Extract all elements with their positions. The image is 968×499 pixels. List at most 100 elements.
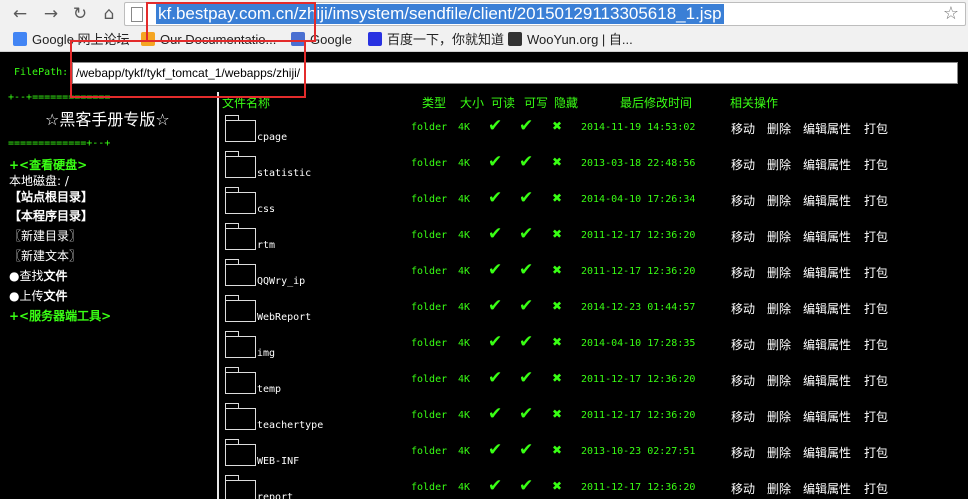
writable-check-icon: ✔: [519, 368, 534, 388]
move-link[interactable]: 移动: [731, 444, 755, 461]
forward-arrow-icon[interactable]: →: [41, 4, 61, 24]
edit-attributes-link[interactable]: 编辑属性: [803, 336, 851, 353]
file-name[interactable]: report: [257, 492, 293, 499]
move-link[interactable]: 移动: [731, 156, 755, 173]
pack-link[interactable]: 打包: [864, 408, 888, 425]
pack-link[interactable]: 打包: [864, 192, 888, 209]
file-modified: 2011-12-17 12:36:20: [581, 482, 696, 493]
upload-file-link[interactable]: ●上传文件: [9, 287, 68, 304]
folder-icon[interactable]: [225, 475, 256, 499]
edit-attributes-link[interactable]: 编辑属性: [803, 120, 851, 137]
delete-link[interactable]: 删除: [767, 120, 791, 137]
bookmark-baidu[interactable]: 百度一下，你就知道: [368, 31, 504, 49]
new-dir-link[interactable]: 〖新建目录〗: [9, 227, 81, 244]
edit-attributes-link[interactable]: 编辑属性: [803, 444, 851, 461]
site-root-link[interactable]: 【站点根目录】: [9, 188, 93, 205]
pack-link[interactable]: 打包: [864, 336, 888, 353]
folder-icon[interactable]: [225, 367, 256, 394]
file-type: folder: [411, 122, 448, 133]
bookmark-google-groups[interactable]: Google 网上论坛: [13, 31, 130, 49]
folder-icon[interactable]: [225, 295, 256, 322]
pack-link[interactable]: 打包: [864, 300, 888, 317]
edit-attributes-link[interactable]: 编辑属性: [803, 264, 851, 281]
move-link[interactable]: 移动: [731, 192, 755, 209]
readable-check-icon: ✔: [488, 224, 503, 244]
reload-icon[interactable]: ↻: [70, 4, 90, 24]
pack-link[interactable]: 打包: [864, 228, 888, 245]
bookmark-google[interactable]: Google: [291, 31, 352, 49]
delete-link[interactable]: 删除: [767, 480, 791, 497]
delete-link[interactable]: 删除: [767, 372, 791, 389]
bookmark-wooyun[interactable]: WooYun.org | 自...: [508, 31, 633, 49]
file-name[interactable]: QQWry_ip: [257, 276, 305, 287]
url-text[interactable]: kf.bestpay.com.cn/zhiji/imsystem/sendfil…: [156, 4, 724, 24]
pack-link[interactable]: 打包: [864, 480, 888, 497]
server-tools-link[interactable]: +<服务器端工具>: [9, 307, 111, 324]
file-name[interactable]: rtm: [257, 240, 275, 251]
find-file-link[interactable]: ●查找文件: [9, 267, 68, 284]
folder-icon[interactable]: [225, 115, 256, 142]
folder-icon[interactable]: [225, 187, 256, 214]
folder-icon[interactable]: [225, 439, 256, 466]
edit-attributes-link[interactable]: 编辑属性: [803, 228, 851, 245]
file-modified: 2013-03-18 22:48:56: [581, 158, 696, 169]
file-name[interactable]: statistic: [257, 168, 311, 179]
edit-attributes-link[interactable]: 编辑属性: [803, 300, 851, 317]
program-dir-link[interactable]: 【本程序目录】: [9, 207, 93, 224]
edit-attributes-link[interactable]: 编辑属性: [803, 408, 851, 425]
delete-link[interactable]: 删除: [767, 444, 791, 461]
header-type: 类型: [422, 96, 447, 110]
writable-check-icon: ✔: [519, 188, 534, 208]
file-name[interactable]: temp: [257, 384, 281, 395]
pack-link[interactable]: 打包: [864, 444, 888, 461]
delete-link[interactable]: 删除: [767, 228, 791, 245]
folder-icon[interactable]: [225, 403, 256, 430]
back-arrow-icon[interactable]: ←: [10, 4, 30, 24]
file-name[interactable]: css: [257, 204, 275, 215]
move-link[interactable]: 移动: [731, 408, 755, 425]
edit-attributes-link[interactable]: 编辑属性: [803, 480, 851, 497]
delete-link[interactable]: 删除: [767, 336, 791, 353]
delete-link[interactable]: 删除: [767, 300, 791, 317]
move-link[interactable]: 移动: [731, 300, 755, 317]
move-link[interactable]: 移动: [731, 264, 755, 281]
writable-check-icon: ✔: [519, 476, 534, 496]
bookmark-star-icon[interactable]: ☆: [943, 4, 959, 24]
pack-link[interactable]: 打包: [864, 264, 888, 281]
move-link[interactable]: 移动: [731, 228, 755, 245]
file-name[interactable]: WEB-INF: [257, 456, 299, 467]
folder-icon[interactable]: [225, 223, 256, 250]
address-bar[interactable]: kf.bestpay.com.cn/zhiji/imsystem/sendfil…: [124, 2, 966, 26]
hidden-cross-icon: ✖: [552, 335, 563, 349]
folder-icon[interactable]: [225, 331, 256, 358]
file-name[interactable]: cpage: [257, 132, 287, 143]
move-link[interactable]: 移动: [731, 336, 755, 353]
view-disk-link[interactable]: +<查看硬盘>: [9, 156, 87, 173]
move-link[interactable]: 移动: [731, 120, 755, 137]
sidebar-border-top: +--+=============: [8, 92, 111, 103]
file-name[interactable]: img: [257, 348, 275, 359]
pack-link[interactable]: 打包: [864, 120, 888, 137]
file-size: 4K: [458, 446, 471, 457]
new-text-link[interactable]: 〖新建文本〗: [9, 247, 81, 264]
delete-link[interactable]: 删除: [767, 408, 791, 425]
delete-link[interactable]: 删除: [767, 264, 791, 281]
bookmark-our-documentation[interactable]: Our Documentatio...: [141, 31, 276, 49]
folder-icon[interactable]: [225, 151, 256, 178]
folder-icon[interactable]: [225, 259, 256, 286]
edit-attributes-link[interactable]: 编辑属性: [803, 192, 851, 209]
filepath-input[interactable]: /webapp/tykf/tykf_tomcat_1/webapps/zhiji…: [72, 62, 958, 84]
move-link[interactable]: 移动: [731, 372, 755, 389]
edit-attributes-link[interactable]: 编辑属性: [803, 156, 851, 173]
file-size: 4K: [458, 482, 471, 493]
file-name[interactable]: WebReport: [257, 312, 311, 323]
pack-link[interactable]: 打包: [864, 156, 888, 173]
delete-link[interactable]: 删除: [767, 156, 791, 173]
move-link[interactable]: 移动: [731, 480, 755, 497]
delete-link[interactable]: 删除: [767, 192, 791, 209]
hidden-cross-icon: ✖: [552, 227, 563, 241]
pack-link[interactable]: 打包: [864, 372, 888, 389]
file-name[interactable]: teachertype: [257, 420, 323, 431]
home-icon[interactable]: ⌂: [99, 4, 119, 24]
edit-attributes-link[interactable]: 编辑属性: [803, 372, 851, 389]
